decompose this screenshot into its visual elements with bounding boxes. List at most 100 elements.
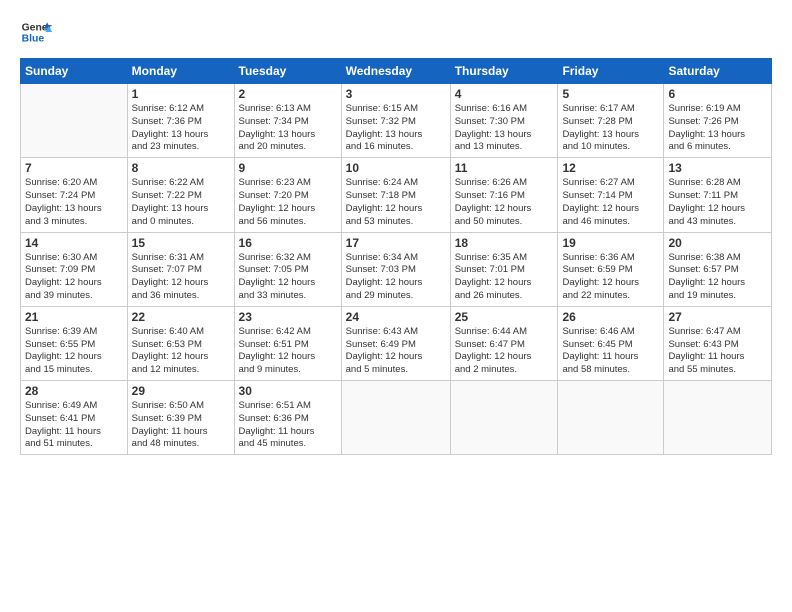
day-info: Sunrise: 6:16 AMSunset: 7:30 PMDaylight:… (455, 103, 554, 154)
day-number: 4 (455, 87, 554, 101)
day-number: 8 (132, 161, 230, 175)
svg-text:Blue: Blue (22, 34, 45, 45)
day-cell: 11Sunrise: 6:26 AMSunset: 7:16 PMDayligh… (450, 158, 558, 232)
day-cell: 5 Sunrise: 6:17 AMSunset: 7:28 PMDaylight… (558, 84, 664, 158)
day-info: Sunrise: 6:34 AMSunset: 7:03 PMDaylight:… (346, 252, 446, 303)
day-cell (21, 84, 128, 158)
day-cell: 6 Sunrise: 6:19 AMSunset: 7:26 PMDaylight… (664, 84, 772, 158)
weekday-header-sunday: Sunday (21, 59, 128, 84)
day-number: 1 (132, 87, 230, 101)
day-number: 12 (562, 161, 659, 175)
day-cell (664, 381, 772, 455)
day-info: Sunrise: 6:40 AMSunset: 6:53 PMDaylight:… (132, 326, 230, 377)
day-info: Sunrise: 6:19 AMSunset: 7:26 PMDaylight:… (668, 103, 767, 154)
day-cell: 3 Sunrise: 6:15 AMSunset: 7:32 PMDaylight… (341, 84, 450, 158)
day-cell: 15 Sunrise: 6:31 AMSunset: 7:07 PMDayligh… (127, 232, 234, 306)
day-cell: 14 Sunrise: 6:30 AMSunset: 7:09 PMDayligh… (21, 232, 128, 306)
day-number: 15 (132, 236, 230, 250)
day-cell: 30 Sunrise: 6:51 AMSunset: 6:36 PMDayligh… (234, 381, 341, 455)
day-number: 27 (668, 310, 767, 324)
day-cell: 10 Sunrise: 6:24 AMSunset: 7:18 PMDayligh… (341, 158, 450, 232)
day-number: 16 (239, 236, 337, 250)
day-cell: 4 Sunrise: 6:16 AMSunset: 7:30 PMDaylight… (450, 84, 558, 158)
day-number: 29 (132, 384, 230, 398)
logo-icon: General Blue (20, 16, 52, 48)
day-info: Sunrise: 6:44 AMSunset: 6:47 PMDaylight:… (455, 326, 554, 377)
week-row-3: 14 Sunrise: 6:30 AMSunset: 7:09 PMDayligh… (21, 232, 772, 306)
day-info: Sunrise: 6:31 AMSunset: 7:07 PMDaylight:… (132, 252, 230, 303)
day-number: 14 (25, 236, 123, 250)
day-info: Sunrise: 6:32 AMSunset: 7:05 PMDaylight:… (239, 252, 337, 303)
day-cell: 19 Sunrise: 6:36 AMSunset: 6:59 PMDayligh… (558, 232, 664, 306)
day-cell: 23 Sunrise: 6:42 AMSunset: 6:51 PMDayligh… (234, 306, 341, 380)
day-cell: 18 Sunrise: 6:35 AMSunset: 7:01 PMDayligh… (450, 232, 558, 306)
day-info: Sunrise: 6:35 AMSunset: 7:01 PMDaylight:… (455, 252, 554, 303)
day-number: 23 (239, 310, 337, 324)
day-cell: 9 Sunrise: 6:23 AMSunset: 7:20 PMDaylight… (234, 158, 341, 232)
day-info: Sunrise: 6:22 AMSunset: 7:22 PMDaylight:… (132, 177, 230, 228)
day-number: 2 (239, 87, 337, 101)
day-number: 7 (25, 161, 123, 175)
day-number: 11 (455, 161, 554, 175)
day-info: Sunrise: 6:15 AMSunset: 7:32 PMDaylight:… (346, 103, 446, 154)
day-cell: 1 Sunrise: 6:12 AMSunset: 7:36 PMDaylight… (127, 84, 234, 158)
week-row-2: 7 Sunrise: 6:20 AMSunset: 7:24 PMDaylight… (21, 158, 772, 232)
day-cell: 25 Sunrise: 6:44 AMSunset: 6:47 PMDayligh… (450, 306, 558, 380)
day-info: Sunrise: 6:23 AMSunset: 7:20 PMDaylight:… (239, 177, 337, 228)
day-info: Sunrise: 6:30 AMSunset: 7:09 PMDaylight:… (25, 252, 123, 303)
weekday-header-row: SundayMondayTuesdayWednesdayThursdayFrid… (21, 59, 772, 84)
weekday-header-saturday: Saturday (664, 59, 772, 84)
day-info: Sunrise: 6:24 AMSunset: 7:18 PMDaylight:… (346, 177, 446, 228)
day-info: Sunrise: 6:46 AMSunset: 6:45 PMDaylight:… (562, 326, 659, 377)
day-number: 6 (668, 87, 767, 101)
weekday-header-wednesday: Wednesday (341, 59, 450, 84)
day-cell: 12 Sunrise: 6:27 AMSunset: 7:14 PMDayligh… (558, 158, 664, 232)
day-cell: 17 Sunrise: 6:34 AMSunset: 7:03 PMDayligh… (341, 232, 450, 306)
day-number: 17 (346, 236, 446, 250)
day-info: Sunrise: 6:47 AMSunset: 6:43 PMDaylight:… (668, 326, 767, 377)
day-cell (558, 381, 664, 455)
day-cell: 21Sunrise: 6:39 AMSunset: 6:55 PMDayligh… (21, 306, 128, 380)
day-info: Sunrise: 6:49 AMSunset: 6:41 PMDaylight:… (25, 400, 123, 451)
day-number: 28 (25, 384, 123, 398)
weekday-header-thursday: Thursday (450, 59, 558, 84)
week-row-1: 1 Sunrise: 6:12 AMSunset: 7:36 PMDaylight… (21, 84, 772, 158)
day-number: 25 (455, 310, 554, 324)
day-info: Sunrise: 6:36 AMSunset: 6:59 PMDaylight:… (562, 252, 659, 303)
day-info: Sunrise: 6:27 AMSunset: 7:14 PMDaylight:… (562, 177, 659, 228)
day-cell: 8 Sunrise: 6:22 AMSunset: 7:22 PMDaylight… (127, 158, 234, 232)
day-info: Sunrise: 6:17 AMSunset: 7:28 PMDaylight:… (562, 103, 659, 154)
day-cell: 2 Sunrise: 6:13 AMSunset: 7:34 PMDaylight… (234, 84, 341, 158)
day-cell: 27 Sunrise: 6:47 AMSunset: 6:43 PMDayligh… (664, 306, 772, 380)
day-number: 19 (562, 236, 659, 250)
day-info: Sunrise: 6:43 AMSunset: 6:49 PMDaylight:… (346, 326, 446, 377)
day-info: Sunrise: 6:28 AMSunset: 7:11 PMDaylight:… (668, 177, 767, 228)
day-number: 24 (346, 310, 446, 324)
day-number: 18 (455, 236, 554, 250)
day-number: 20 (668, 236, 767, 250)
day-number: 30 (239, 384, 337, 398)
day-cell: 22Sunrise: 6:40 AMSunset: 6:53 PMDayligh… (127, 306, 234, 380)
day-cell: 7 Sunrise: 6:20 AMSunset: 7:24 PMDaylight… (21, 158, 128, 232)
day-number: 10 (346, 161, 446, 175)
day-info: Sunrise: 6:12 AMSunset: 7:36 PMDaylight:… (132, 103, 230, 154)
day-cell (450, 381, 558, 455)
day-number: 21 (25, 310, 123, 324)
week-row-4: 21Sunrise: 6:39 AMSunset: 6:55 PMDayligh… (21, 306, 772, 380)
logo: General Blue (20, 16, 52, 48)
day-info: Sunrise: 6:20 AMSunset: 7:24 PMDaylight:… (25, 177, 123, 228)
day-number: 3 (346, 87, 446, 101)
day-info: Sunrise: 6:38 AMSunset: 6:57 PMDaylight:… (668, 252, 767, 303)
day-info: Sunrise: 6:42 AMSunset: 6:51 PMDaylight:… (239, 326, 337, 377)
day-number: 5 (562, 87, 659, 101)
day-number: 9 (239, 161, 337, 175)
day-info: Sunrise: 6:13 AMSunset: 7:34 PMDaylight:… (239, 103, 337, 154)
day-info: Sunrise: 6:51 AMSunset: 6:36 PMDaylight:… (239, 400, 337, 451)
day-cell: 26 Sunrise: 6:46 AMSunset: 6:45 PMDayligh… (558, 306, 664, 380)
day-number: 13 (668, 161, 767, 175)
day-cell: 16 Sunrise: 6:32 AMSunset: 7:05 PMDayligh… (234, 232, 341, 306)
day-cell: 13 Sunrise: 6:28 AMSunset: 7:11 PMDayligh… (664, 158, 772, 232)
day-cell: 28 Sunrise: 6:49 AMSunset: 6:41 PMDayligh… (21, 381, 128, 455)
day-info: Sunrise: 6:50 AMSunset: 6:39 PMDaylight:… (132, 400, 230, 451)
day-number: 26 (562, 310, 659, 324)
